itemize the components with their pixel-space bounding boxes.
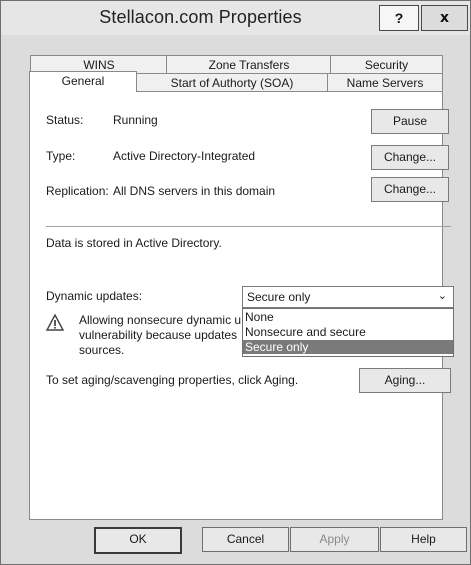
type-change-button[interactable]: Change... — [371, 145, 449, 170]
aging-button[interactable]: Aging... — [359, 368, 451, 393]
type-value: Active Directory-Integrated — [113, 149, 256, 163]
type-label: Type: — [46, 149, 76, 163]
warning-icon — [46, 314, 64, 331]
help-button[interactable]: Help — [380, 527, 467, 552]
replication-change-button[interactable]: Change... — [371, 177, 449, 202]
chevron-down-icon: ⌄ — [437, 289, 447, 302]
dynamic-updates-select[interactable]: Secure only ⌄ — [242, 286, 454, 308]
warning-text-line3: sources. — [79, 343, 125, 357]
status-label: Status: — [46, 113, 84, 127]
status-value: Running — [113, 113, 158, 127]
dynamic-updates-dropdown-list: None Nonsecure and secure Secure only — [242, 308, 454, 357]
tab-zone-transfers[interactable]: Zone Transfers — [166, 55, 332, 74]
replication-label: Replication: — [46, 184, 109, 198]
dynamic-updates-selected-value: Secure only — [247, 290, 311, 304]
tab-general[interactable]: General — [29, 71, 137, 92]
ok-button[interactable]: OK — [94, 527, 182, 554]
warning-text-line1: Allowing nonsecure dynamic u — [79, 313, 242, 327]
properties-dialog: Stellacon.com Properties ? x WINS Zone T… — [0, 0, 471, 565]
tab-start-of-authority[interactable]: Start of Authorty (SOA) — [135, 73, 329, 92]
help-title-button[interactable]: ? — [379, 5, 419, 31]
option-nonsecure-and-secure[interactable]: Nonsecure and secure — [243, 325, 453, 339]
aging-text: To set aging/scavenging properties, clic… — [46, 373, 299, 387]
pause-button[interactable]: Pause — [371, 109, 449, 134]
replication-value: All DNS servers in this domain — [113, 184, 276, 198]
dynamic-updates-label: Dynamic updates: — [46, 289, 143, 303]
close-button[interactable]: x — [421, 5, 468, 31]
window-title: Stellacon.com Properties — [99, 7, 302, 27]
warning-text-line2: vulnerability because updates — [79, 328, 238, 342]
separator — [46, 226, 451, 227]
apply-button[interactable]: Apply — [290, 527, 379, 552]
option-none[interactable]: None — [243, 310, 453, 324]
title-bar: Stellacon.com Properties ? x — [1, 1, 470, 35]
tab-security[interactable]: Security — [330, 55, 443, 74]
cancel-button[interactable]: Cancel — [202, 527, 289, 552]
storage-text: Data is stored in Active Directory. — [46, 236, 222, 250]
tab-name-servers[interactable]: Name Servers — [327, 73, 443, 92]
option-secure-only[interactable]: Secure only — [243, 340, 453, 354]
